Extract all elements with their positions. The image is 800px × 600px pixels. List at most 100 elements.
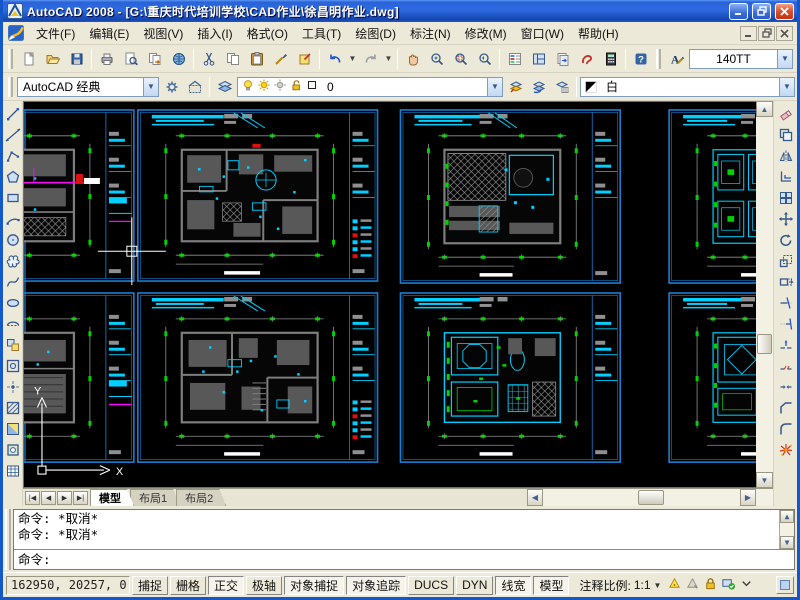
qnew-button[interactable]: [17, 47, 40, 70]
menu-工具(T)[interactable]: 工具(T): [295, 24, 348, 44]
polygon-button[interactable]: [3, 166, 22, 187]
restore-button[interactable]: [752, 3, 771, 20]
drawing-canvas[interactable]: YX: [23, 101, 756, 488]
toolbar-grip[interactable]: [656, 49, 661, 69]
tray-lock-icon[interactable]: [703, 576, 718, 594]
open-button[interactable]: [41, 47, 64, 70]
tab-布局1[interactable]: 布局1: [130, 489, 180, 506]
menu-窗口(W)[interactable]: 窗口(W): [514, 24, 571, 44]
region-button[interactable]: [3, 439, 22, 460]
tab-first-button[interactable]: |◀: [25, 491, 40, 505]
redo-dropdown[interactable]: ▼: [383, 47, 394, 70]
fillet-button[interactable]: [776, 418, 795, 439]
line-button[interactable]: [3, 103, 22, 124]
undo-dropdown[interactable]: ▼: [347, 47, 358, 70]
toggle-DYN[interactable]: DYN: [456, 576, 493, 595]
color-combo[interactable]: 白 ▼: [580, 77, 795, 97]
chevron-down-icon[interactable]: ▼: [143, 78, 158, 96]
gradient-button[interactable]: [3, 418, 22, 439]
menu-修改(M)[interactable]: 修改(M): [458, 24, 514, 44]
spline-button[interactable]: [3, 271, 22, 292]
plot-button[interactable]: [95, 47, 118, 70]
menu-绘图(D)[interactable]: 绘图(D): [348, 24, 403, 44]
command-input-line[interactable]: 命令:: [14, 549, 794, 569]
tab-next-button[interactable]: ▶: [57, 491, 72, 505]
layer-states-button[interactable]: [550, 75, 573, 98]
workspace-save-button[interactable]: [183, 75, 206, 98]
extend-button[interactable]: [776, 313, 795, 334]
paste-button[interactable]: [245, 47, 268, 70]
doc-restore-button[interactable]: [758, 26, 775, 41]
chevron-down-icon[interactable]: ▼: [487, 78, 502, 96]
menu-文件(F)[interactable]: 文件(F): [29, 24, 82, 44]
doc-minimize-button[interactable]: [740, 26, 757, 41]
toolbar-lock-icon[interactable]: [721, 576, 736, 594]
text-style-combo[interactable]: 140TT ▼: [689, 49, 793, 69]
mirror-button[interactable]: [776, 145, 795, 166]
toolbar-grip[interactable]: [8, 77, 13, 97]
horizontal-scroll-thumb[interactable]: [638, 490, 664, 505]
tab-布局2[interactable]: 布局2: [176, 489, 226, 506]
publish-button[interactable]: [143, 47, 166, 70]
vertical-scroll-thumb[interactable]: [757, 334, 772, 354]
menu-帮助(H)[interactable]: 帮助(H): [571, 24, 626, 44]
menu-标注(N)[interactable]: 标注(N): [403, 24, 458, 44]
break-point-button[interactable]: [776, 334, 795, 355]
scroll-left-button[interactable]: ◀: [527, 489, 543, 506]
annotation-visibility-icon[interactable]: [667, 576, 682, 594]
layer-combo[interactable]: 0 ▼: [237, 77, 503, 97]
sun-icon[interactable]: [257, 78, 271, 95]
zoom-previous-button[interactable]: [473, 47, 496, 70]
markup-button[interactable]: [575, 47, 598, 70]
copy-obj-button[interactable]: [776, 124, 795, 145]
color-box-icon[interactable]: [305, 78, 319, 95]
properties-button[interactable]: [503, 47, 526, 70]
toggle-线宽[interactable]: 线宽: [495, 576, 531, 595]
preview-button[interactable]: [119, 47, 142, 70]
pline-button[interactable]: [3, 145, 22, 166]
menu-插入(I)[interactable]: 插入(I): [190, 24, 239, 44]
array-button[interactable]: [776, 187, 795, 208]
menu-视图(V)[interactable]: 视图(V): [136, 24, 190, 44]
explode-button[interactable]: [776, 439, 795, 460]
tab-prev-button[interactable]: ◀: [41, 491, 56, 505]
minimize-button[interactable]: [729, 3, 748, 20]
tab-模型[interactable]: 模型: [90, 489, 134, 506]
ellipse-arc-button[interactable]: [3, 313, 22, 334]
doc-close-button[interactable]: [776, 26, 793, 41]
layer-make-current-button[interactable]: [504, 75, 527, 98]
arc-button[interactable]: [3, 208, 22, 229]
toggle-正交[interactable]: 正交: [208, 576, 244, 595]
rectangle-button[interactable]: [3, 187, 22, 208]
save-button[interactable]: [65, 47, 88, 70]
lock-open-icon[interactable]: [289, 78, 303, 95]
sun-frozen-icon[interactable]: [273, 78, 287, 95]
make-block-button[interactable]: [3, 355, 22, 376]
menu-编辑(E)[interactable]: 编辑(E): [82, 24, 136, 44]
pan-button[interactable]: [401, 47, 424, 70]
text-style-button[interactable]: A: [665, 47, 688, 70]
coordinate-display[interactable]: 162950, 20257, 0: [6, 576, 130, 595]
circle-button[interactable]: [3, 229, 22, 250]
stretch-button[interactable]: [776, 271, 795, 292]
menu-格式(O)[interactable]: 格式(O): [240, 24, 295, 44]
scale-button[interactable]: [776, 250, 795, 271]
toggle-对象追踪[interactable]: 对象追踪: [346, 576, 406, 595]
bulb-icon[interactable]: [241, 78, 255, 95]
refedit-button[interactable]: [293, 47, 316, 70]
tray-arrow-icon[interactable]: [739, 576, 754, 594]
move-button[interactable]: [776, 208, 795, 229]
matchprop-button[interactable]: [269, 47, 292, 70]
zoom-realtime-button[interactable]: [425, 47, 448, 70]
table-button[interactable]: [3, 460, 22, 481]
toggle-极轴[interactable]: 极轴: [246, 576, 282, 595]
redo-button[interactable]: [359, 47, 382, 70]
chevron-down-icon[interactable]: ▼: [777, 50, 792, 68]
trim-button[interactable]: [776, 292, 795, 313]
quickcalc-button[interactable]: [599, 47, 622, 70]
erase-button[interactable]: [776, 103, 795, 124]
toggle-栅格[interactable]: 栅格: [170, 576, 206, 595]
workspace-gear-button[interactable]: [160, 75, 183, 98]
layer-previous-button[interactable]: [527, 75, 550, 98]
undo-button[interactable]: [323, 47, 346, 70]
